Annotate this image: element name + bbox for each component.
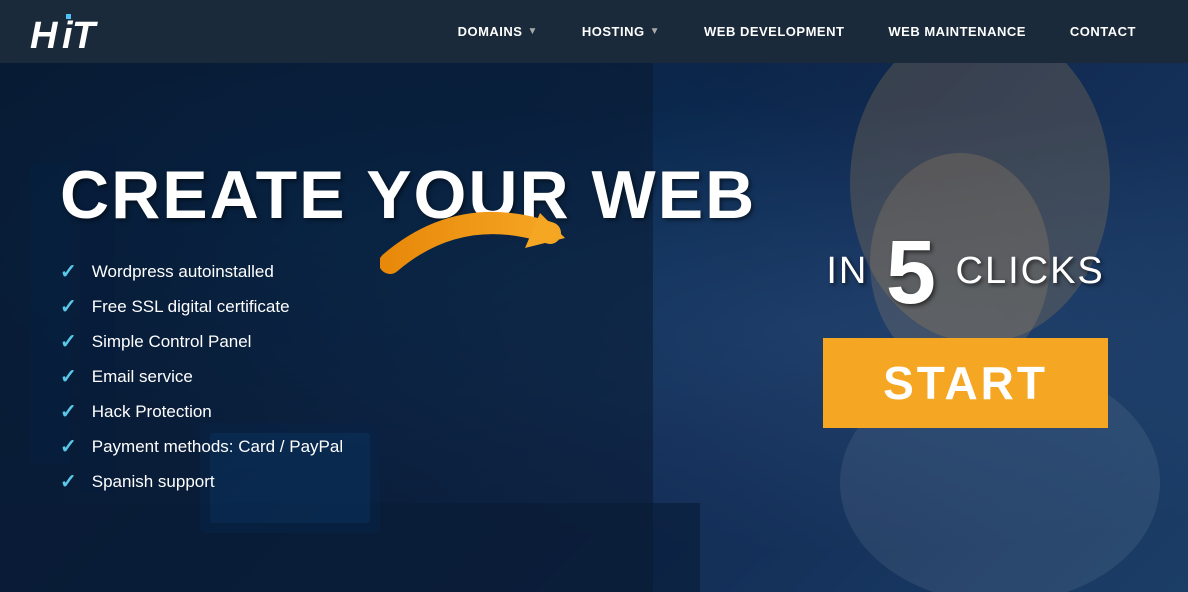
checkmark-icon: ✓	[60, 364, 77, 389]
svg-text:H: H	[30, 15, 59, 52]
nav-item-web-maintenance[interactable]: WEB MAINTENANCE	[866, 0, 1048, 63]
nav-item-hosting[interactable]: HOSTING ▼	[560, 0, 682, 63]
feature-item-payment: ✓ Payment methods: Card / PayPal	[60, 434, 1128, 459]
checkmark-icon: ✓	[60, 399, 77, 424]
nav-item-web-development[interactable]: WEB DEVELOPMENT	[682, 0, 866, 63]
feature-item-spanish-support: ✓ Spanish support	[60, 469, 1128, 494]
hero-section: CREATE YOUR WEB ✓ Wordpress autoinstalle…	[0, 63, 1188, 592]
nav-menu: DOMAINS ▼ HOSTING ▼ WEB DEVELOPMENT WEB …	[436, 0, 1158, 63]
nav-item-contact[interactable]: CONTACT	[1048, 0, 1158, 63]
nav-item-domains[interactable]: DOMAINS ▼	[436, 0, 560, 63]
checkmark-icon: ✓	[60, 294, 77, 319]
checkmark-icon: ✓	[60, 469, 77, 494]
hero-title: CREATE YOUR WEB	[60, 161, 1128, 229]
hero-right-panel: IN 5 CLICKS START	[823, 228, 1108, 428]
hosting-arrow-icon: ▼	[650, 26, 660, 37]
navbar: H i T DOMAINS ▼ HOSTING ▼ WEB DEVELOPMEN…	[0, 0, 1188, 63]
domains-arrow-icon: ▼	[527, 26, 537, 37]
logo[interactable]: H i T	[30, 12, 110, 52]
start-button[interactable]: START	[823, 338, 1108, 428]
checkmark-icon: ✓	[60, 259, 77, 284]
clicks-label: IN 5 CLICKS	[826, 228, 1104, 318]
checkmark-icon: ✓	[60, 329, 77, 354]
hero-arrow	[380, 183, 580, 303]
svg-text:T: T	[72, 15, 98, 52]
checkmark-icon: ✓	[60, 434, 77, 459]
